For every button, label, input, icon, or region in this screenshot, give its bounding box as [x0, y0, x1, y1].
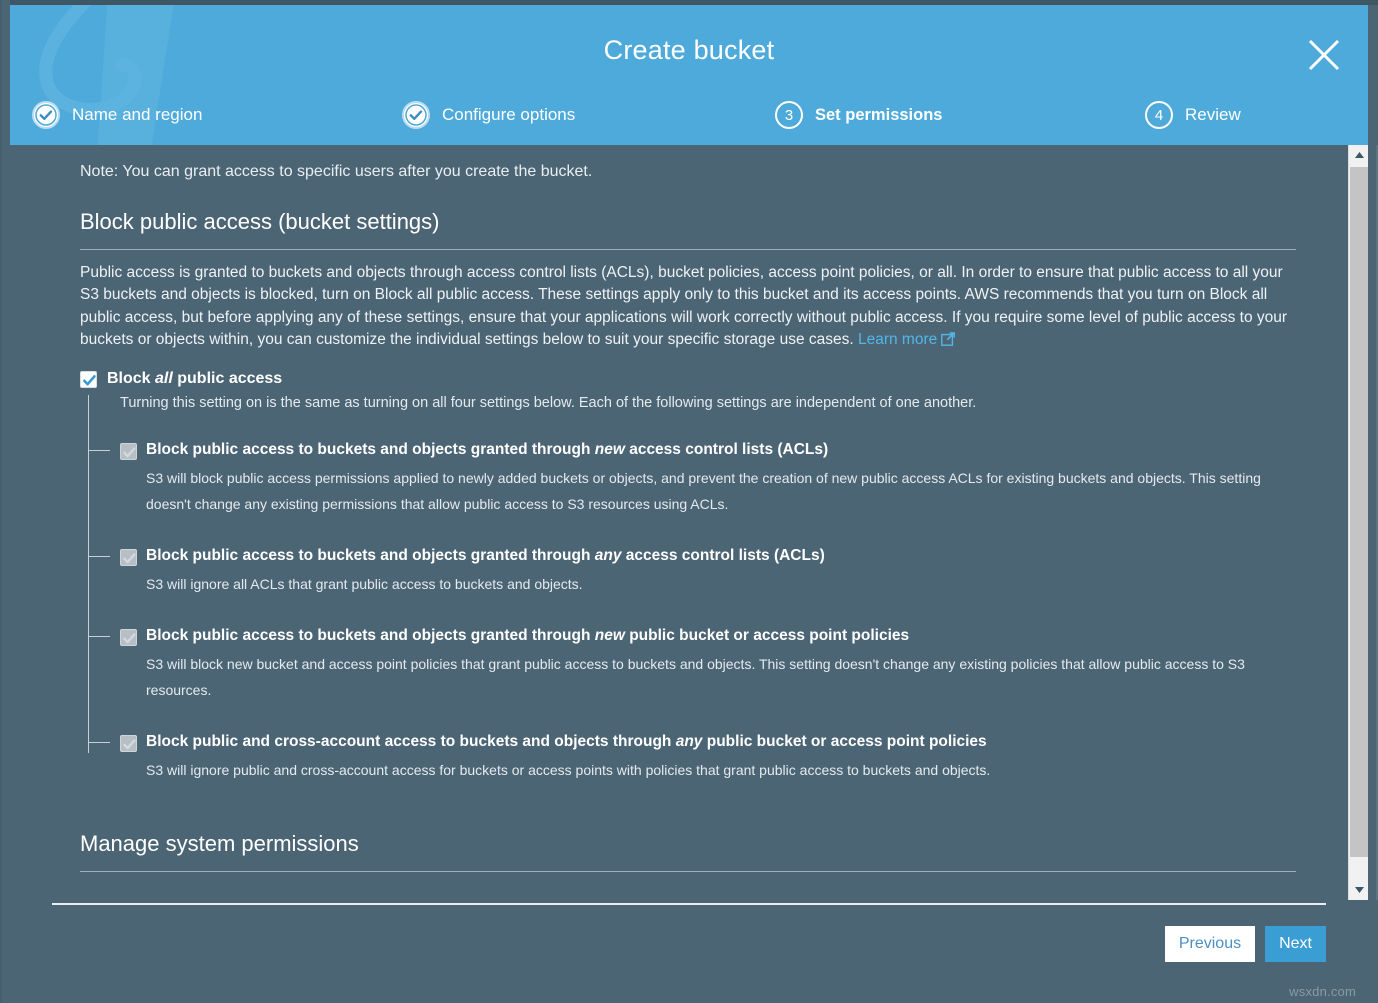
external-link-icon [941, 331, 956, 353]
wizard-step-name-and-region[interactable]: Name and region [32, 101, 202, 129]
learn-more-label: Learn more [857, 330, 938, 348]
label-suffix: public bucket or access point policies [624, 627, 910, 645]
label-suffix: public access [172, 370, 283, 388]
sub-setting-new-acls[interactable]: Block public access to buckets and objec… [88, 441, 1298, 517]
scroll-up-arrow-icon[interactable] [1349, 145, 1369, 165]
sub-setting-any-acls[interactable]: Block public access to buckets and objec… [88, 547, 1298, 597]
block-all-description: Turning this setting on is the same as t… [120, 395, 977, 412]
step-complete-check-icon [32, 101, 60, 129]
wizard-steps: Name and region Configure options 3 Set … [10, 101, 1368, 145]
block-public-access-heading: Block public access (bucket settings) [80, 209, 440, 234]
step-number-badge: 3 [775, 101, 803, 129]
label-suffix: access control lists (ACLs) [621, 547, 825, 565]
label-italic: all [155, 370, 173, 388]
wizard-step-label: Set permissions [815, 105, 943, 124]
step-number-badge: 4 [1145, 101, 1173, 129]
block-all-public-access-row[interactable]: Block all public access [80, 369, 1298, 389]
close-icon[interactable] [1302, 33, 1346, 77]
label-prefix: Block public access to buckets and objec… [146, 547, 595, 565]
dialog-footer: Previous Next wsxdn.com [10, 900, 1368, 1003]
sub-setting-label: Block public access to buckets and objec… [146, 627, 909, 645]
section-divider [80, 249, 1296, 250]
footer-divider [52, 903, 1326, 905]
footer-button-group: Previous Next [1164, 926, 1326, 962]
sub-setting-label: Block public access to buckets and objec… [146, 441, 828, 459]
tree-branch-line [88, 450, 110, 452]
vertical-scrollbar[interactable] [1348, 145, 1368, 900]
grant-access-note: Note: You can grant access to specific u… [80, 163, 593, 180]
sub-setting-description: S3 will ignore public and cross-account … [146, 762, 991, 779]
previous-button[interactable]: Previous [1164, 926, 1256, 962]
manage-section-divider [80, 871, 1296, 873]
window-left-border [0, 0, 2, 1003]
block-all-public-access-checkbox[interactable] [80, 371, 97, 389]
label-italic: any [594, 547, 622, 565]
wizard-step-label: Configure options [442, 105, 576, 124]
tree-branch-line [88, 636, 110, 638]
scroll-down-arrow-icon[interactable] [1349, 880, 1369, 900]
sub-setting-description: S3 will block public access permissions … [146, 470, 1261, 513]
label-prefix: Block [107, 370, 156, 388]
block-public-access-description: Public access is granted to buckets and … [80, 262, 1296, 353]
wizard-step-configure-options[interactable]: Configure options [402, 101, 575, 129]
sub-setting-description: S3 will block new bucket and access poin… [146, 656, 1245, 699]
manage-system-permissions-heading: Manage system permissions [80, 831, 359, 857]
wizard-step-review[interactable]: 4 Review [1145, 101, 1241, 129]
label-suffix: public bucket or access point policies [702, 733, 987, 751]
label-suffix: access control lists (ACLs) [624, 441, 829, 459]
step-complete-check-icon [402, 101, 430, 129]
tree-branch-line [88, 556, 110, 558]
sub-settings-tree: Turning this setting on is the same as t… [88, 395, 1298, 783]
sub-setting-checkbox[interactable] [120, 549, 137, 567]
watermark-text: wsxdn.com [1289, 984, 1356, 999]
sub-setting-checkbox[interactable] [120, 735, 137, 753]
wizard-step-label: Review [1185, 105, 1241, 124]
label-prefix: Block public access to buckets and objec… [146, 627, 595, 645]
wizard-step-set-permissions[interactable]: 3 Set permissions [775, 101, 942, 129]
label-italic: new [594, 441, 625, 459]
create-bucket-dialog: Create bucket Name and region Configure … [0, 0, 1378, 1003]
block-all-public-access-label: Block all public access [107, 369, 282, 388]
scrollbar-thumb[interactable] [1350, 167, 1368, 857]
tree-branch-line [88, 742, 110, 744]
sub-setting-checkbox[interactable] [120, 629, 137, 647]
dialog-body: Note: You can grant access to specific u… [10, 145, 1368, 900]
sub-setting-label: Block public access to buckets and objec… [146, 547, 825, 565]
label-prefix: Block public access to buckets and objec… [146, 441, 595, 459]
label-italic: new [594, 627, 625, 645]
next-button[interactable]: Next [1265, 926, 1326, 962]
sub-setting-any-policies[interactable]: Block public and cross-account access to… [88, 733, 1298, 783]
sub-setting-label: Block public and cross-account access to… [146, 733, 987, 751]
dialog-title: Create bucket [603, 35, 775, 65]
sub-setting-checkbox[interactable] [120, 443, 137, 461]
label-prefix: Block public and cross-account access to… [146, 733, 676, 751]
dialog-header: Create bucket Name and region Configure … [10, 5, 1368, 145]
label-italic: any [675, 733, 703, 751]
intro-text: Public access is granted to buckets and … [80, 264, 1288, 348]
learn-more-link[interactable]: Learn more [857, 330, 956, 348]
sub-setting-new-policies[interactable]: Block public access to buckets and objec… [88, 627, 1298, 703]
wizard-step-label: Name and region [72, 105, 203, 124]
sub-setting-description: S3 will ignore all ACLs that grant publi… [146, 576, 583, 593]
